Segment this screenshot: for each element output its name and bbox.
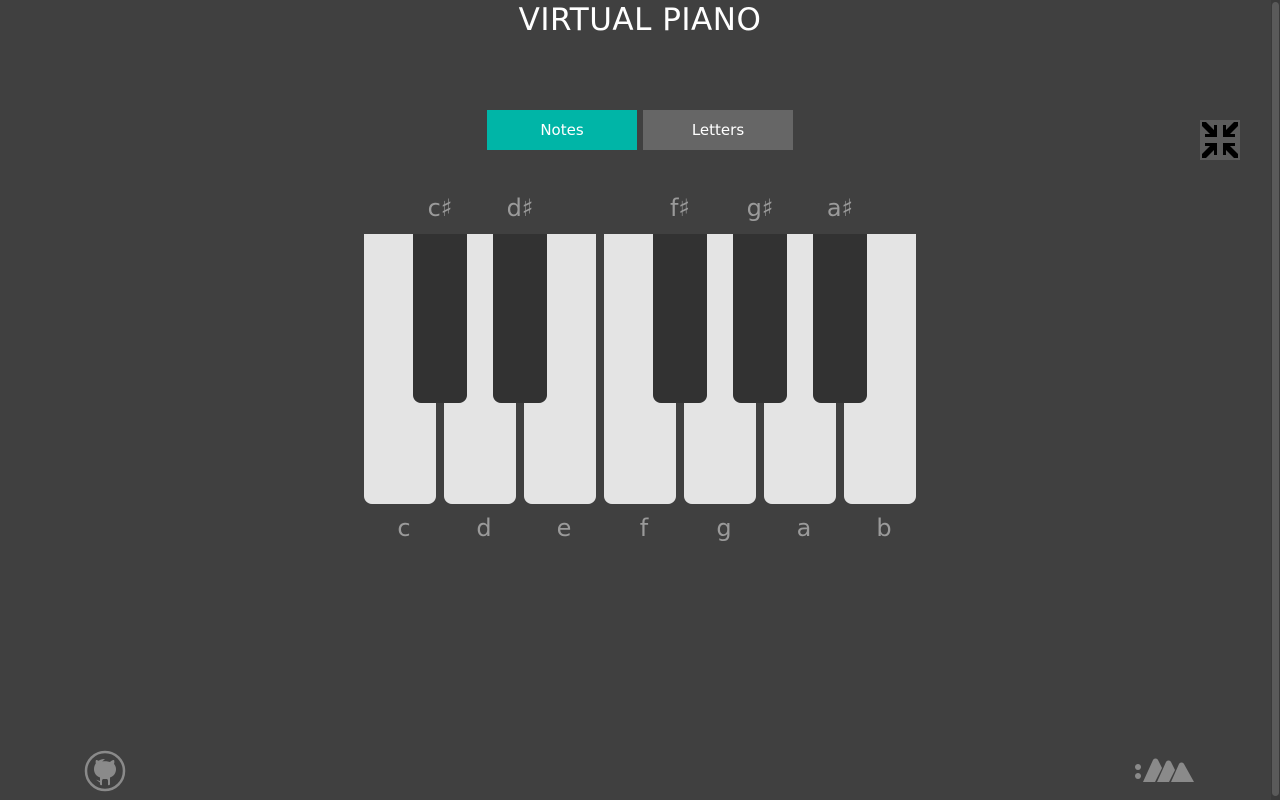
- brand-logo-icon: [1135, 758, 1194, 782]
- black-key-label-c-sharp: c♯: [427, 194, 453, 222]
- scrollbar[interactable]: [1271, 0, 1280, 800]
- black-key-label-g-sharp: g♯: [746, 194, 774, 222]
- black-key-label-f-sharp: f♯: [669, 194, 691, 222]
- github-icon: [84, 750, 126, 792]
- letters-mode-button[interactable]: Letters: [643, 110, 793, 150]
- white-key-label-b: b: [876, 514, 892, 542]
- white-key-label-a: a: [796, 514, 812, 542]
- white-key-label-f: f: [639, 514, 649, 542]
- black-key-g-sharp[interactable]: [733, 234, 787, 403]
- black-key-c-sharp[interactable]: [413, 234, 467, 403]
- white-key-label-d: d: [476, 514, 492, 542]
- black-key-a-sharp[interactable]: [813, 234, 867, 403]
- exit-fullscreen-button[interactable]: [1200, 120, 1240, 160]
- scrollbar-thumb[interactable]: [1272, 2, 1279, 796]
- white-key-label-c: c: [397, 514, 411, 542]
- black-key-f-sharp[interactable]: [653, 234, 707, 403]
- black-key-d-sharp[interactable]: [493, 234, 547, 403]
- white-key-label-g: g: [716, 514, 732, 542]
- notes-mode-button[interactable]: Notes: [487, 110, 637, 150]
- black-key-label-a-sharp: a♯: [826, 194, 854, 222]
- github-link[interactable]: [84, 750, 126, 792]
- piano-page: VIRTUAL PIANO Notes Letters c♯ d♯ f♯ g♯ …: [0, 0, 1280, 800]
- white-key-label-e: e: [556, 514, 572, 542]
- brand-logo: [1133, 754, 1195, 788]
- page-title: VIRTUAL PIANO: [518, 2, 762, 38]
- exit-fullscreen-icon: [1200, 120, 1240, 160]
- black-key-label-d-sharp: d♯: [506, 194, 534, 222]
- piano-keyboard: [364, 234, 924, 504]
